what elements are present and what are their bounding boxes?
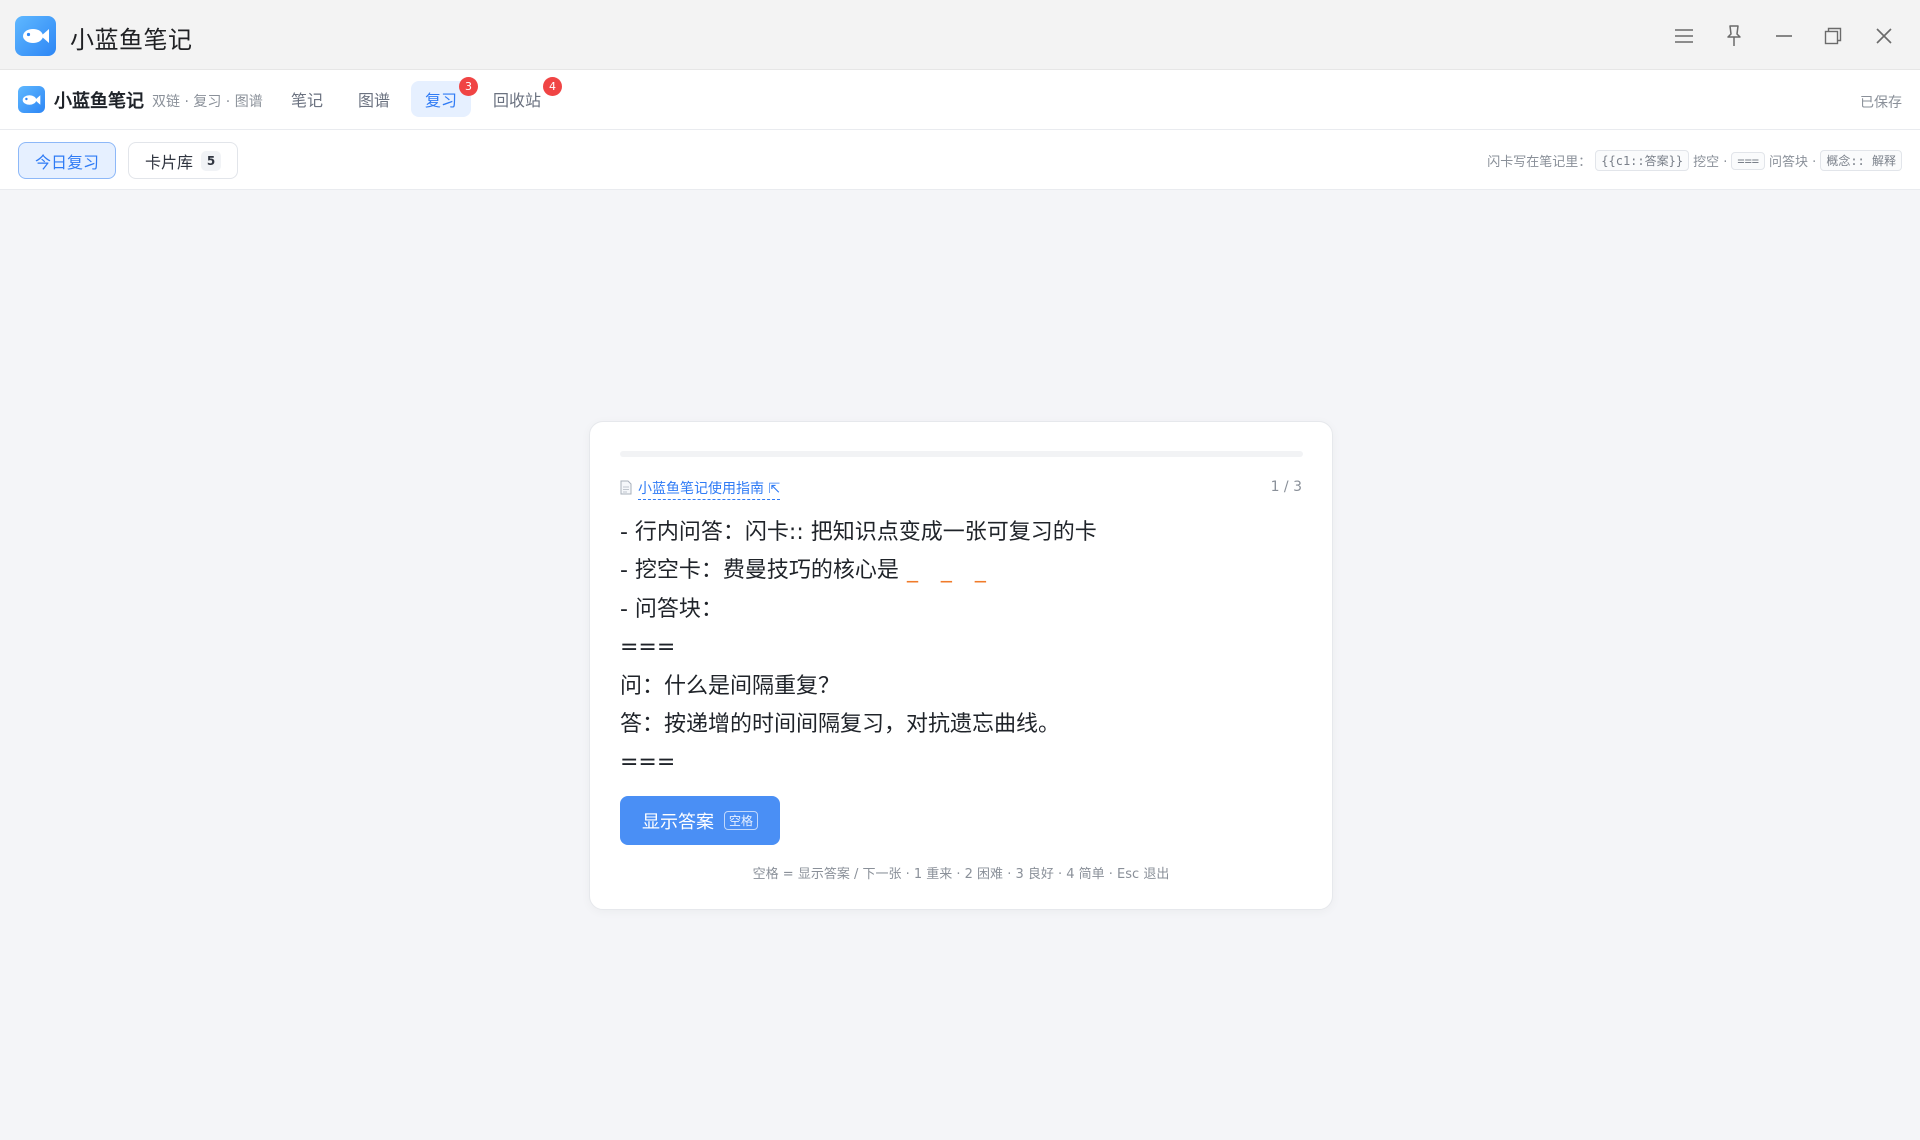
close-icon[interactable]	[1866, 18, 1902, 54]
cloze-syntax: {{c1::答案}}	[1595, 150, 1690, 171]
tab-label: 复习	[425, 91, 458, 110]
tab-review[interactable]: 复习 3	[411, 77, 479, 117]
flashcard-syntax-hint: 闪卡写在笔记里： {{c1::答案}} 挖空 · === 问答块 · 概念:: …	[1487, 150, 1902, 171]
tab-trash[interactable]: 回收站 4	[479, 77, 563, 117]
document-icon	[620, 480, 632, 499]
menu-icon[interactable]	[1666, 18, 1702, 54]
trash-count-badge: 4	[543, 77, 563, 96]
card-line: ===	[620, 750, 676, 776]
card-line: - 行内问答：闪卡:: 把知识点变成一张可复习的卡	[620, 520, 1097, 545]
card-library-button[interactable]: 卡片库 5	[128, 142, 239, 179]
card-line: - 问答块：	[620, 596, 723, 622]
qa-block-label: 问答块 ·	[1769, 155, 1817, 170]
main-nav: 小蓝鱼笔记 双链 · 复习 · 图谱 笔记 图谱 复习 3 回收站 4 已保存	[0, 70, 1920, 130]
tab-label: 回收站	[493, 91, 542, 110]
fish-logo-icon	[15, 16, 56, 56]
card-content: - 行内问答：闪卡:: 把知识点变成一张可复习的卡 - 挖空卡：费曼技巧的核心是…	[620, 514, 1310, 783]
card-line: ===	[620, 635, 676, 661]
tab-graph[interactable]: 图谱	[344, 81, 404, 117]
concept-syntax: 概念:: 解释	[1820, 150, 1902, 171]
tab-label: 笔记	[291, 91, 324, 110]
review-count-badge: 3	[459, 77, 479, 96]
flashcard: 小蓝鱼笔记使用指南 ⇱ 1 / 3 - 行内问答：闪卡:: 把知识点变成一张可复…	[589, 421, 1333, 910]
card-library-label: 卡片库	[145, 152, 194, 172]
brand-name: 小蓝鱼笔记	[54, 91, 144, 112]
minimize-icon[interactable]	[1766, 18, 1802, 54]
qa-block-syntax: ===	[1731, 151, 1766, 170]
show-answer-button[interactable]: 显示答案 空格	[620, 796, 781, 845]
save-status: 已保存	[1860, 95, 1902, 111]
review-toolbar: 今日复习 卡片库 5 闪卡写在笔记里： {{c1::答案}} 挖空 · === …	[0, 130, 1920, 190]
cloze-mask[interactable]: _ _ _	[907, 558, 994, 583]
brand-fish-icon	[18, 86, 45, 113]
window-title: 小蓝鱼笔记	[70, 26, 193, 54]
space-key-hint: 空格	[724, 811, 759, 830]
keyboard-shortcuts-hint: 空格 = 显示答案 / 下一张 · 1 重来 · 2 困难 · 3 良好 · 4…	[752, 867, 1170, 882]
card-count-badge: 5	[201, 150, 222, 171]
card-line-cloze: - 挖空卡：费曼技巧的核心是 _ _ _	[620, 558, 994, 584]
pin-icon[interactable]	[1716, 18, 1752, 54]
tab-notes[interactable]: 笔记	[277, 81, 337, 117]
source-note-title[interactable]: 小蓝鱼笔记使用指南 ⇱	[638, 478, 781, 500]
restore-icon[interactable]	[1815, 18, 1851, 54]
brand-subtitle: 双链 · 复习 · 图谱	[152, 94, 263, 110]
card-line: 答：按递增的时间间隔复习，对抗遗忘曲线。	[620, 711, 1061, 737]
card-counter: 1 / 3	[1270, 479, 1302, 495]
tab-label: 图谱	[358, 91, 391, 110]
today-review-label: 今日复习	[35, 152, 100, 172]
show-answer-label: 显示答案	[642, 811, 714, 833]
hint-prefix: 闪卡写在笔记里：	[1487, 155, 1592, 170]
cloze-label: 挖空 ·	[1693, 155, 1728, 170]
review-progress-bar	[620, 451, 1303, 457]
jump-to-note-icon: ⇱	[768, 481, 781, 497]
today-review-button[interactable]: 今日复习	[18, 142, 117, 179]
source-note-link[interactable]: 小蓝鱼笔记使用指南 ⇱	[620, 478, 781, 500]
card-line: 问：什么是间隔重复？	[620, 673, 841, 699]
window-titlebar: 小蓝鱼笔记	[0, 0, 1920, 70]
